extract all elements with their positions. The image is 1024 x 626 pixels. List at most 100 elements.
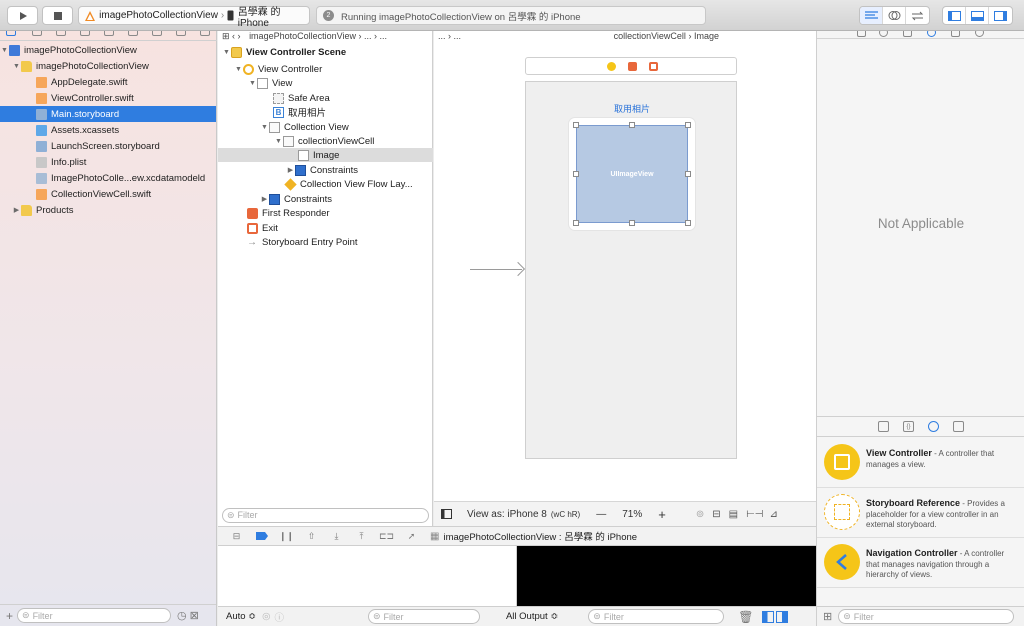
disclosure-closed-icon[interactable]: ▶ [260,195,269,203]
resize-handle[interactable] [629,122,635,128]
library-item-storyboard-reference[interactable]: Storyboard Reference - Provides a placeh… [817,488,1024,538]
outline-first-responder[interactable]: First Responder [218,206,433,220]
file-inspector-icon[interactable] [857,31,866,37]
resize-handle[interactable] [685,122,691,128]
exit-dock-icon[interactable] [649,62,658,71]
breadcrumb-item[interactable]: ... [380,31,388,41]
outline-cell-constraints[interactable]: ▶ Constraints [218,163,433,177]
nav-item-assets[interactable]: Assets.xcassets [0,122,216,138]
outline-flow-layout[interactable]: Collection View Flow Lay... [218,177,433,191]
outline-collection-view[interactable]: ▼ Collection View [218,120,433,134]
nav-item-main-storyboard[interactable]: Main.storyboard [0,106,216,122]
outline-scene[interactable]: ▼ View Controller Scene [218,45,433,59]
object-library-tab-icon[interactable] [928,421,939,432]
nav-item-launchscreen[interactable]: LaunchScreen.storyboard [0,138,216,154]
disclosure-closed-icon[interactable]: ▶ [286,166,295,174]
toggle-navigator-button[interactable] [943,7,966,24]
disclosure-open-icon[interactable]: ▼ [274,138,283,145]
disclosure-closed-icon[interactable]: ▶ [12,206,21,214]
nav-item-products[interactable]: ▶ Products [0,202,216,218]
code-snippet-tab-icon[interactable]: {} [903,421,914,432]
resolve-issues-icon[interactable]: ⊿ [769,509,777,520]
breadcrumb-item[interactable]: ... [364,31,372,41]
grid-view-icon[interactable]: ⊞ [823,610,832,623]
pick-photo-button[interactable]: 取用相片 [526,102,738,115]
test-tab-icon[interactable] [128,31,138,36]
first-responder-dock-icon[interactable] [628,62,637,71]
view-as-label[interactable]: View as: iPhone 8 [467,509,547,520]
outline-filter-field[interactable]: ⊜ Filter [222,507,429,523]
outline-entry-point[interactable]: → Storyboard Entry Point [218,235,433,249]
media-library-tab-icon[interactable] [953,421,964,432]
add-icon[interactable]: + [6,609,13,623]
storyboard-canvas[interactable]: ... › ... collectionViewCell › Image 取用相… [434,31,816,501]
nav-item-datamodel[interactable]: ImagePhotoColle...ew.xcdatamodeld [0,170,216,186]
scheme-selector[interactable]: imagePhotoCollectionView › 呂學霖 的 iPhone [78,6,310,29]
disclosure-open-icon[interactable]: ▼ [222,49,231,56]
resize-handle[interactable] [685,220,691,226]
disclosure-open-icon[interactable]: ▼ [0,47,9,54]
source-control-tab-icon[interactable] [32,31,42,36]
report-tab-icon[interactable] [200,31,210,36]
connections-inspector-icon[interactable] [975,31,984,37]
library-item-navigation-controller[interactable]: Navigation Controller - A controller tha… [817,538,1024,588]
toggle-debug-button[interactable] [966,7,989,24]
variables-scope-select[interactable]: Auto ≎ [226,611,256,622]
symbol-tab-icon[interactable] [56,31,66,36]
outline-button[interactable]: B 取用相片 [218,105,433,119]
navigator-filter-field[interactable]: ⊜ Filter [17,608,172,623]
align-icon[interactable]: ▤ [729,509,738,520]
outline-view-constraints[interactable]: ▶ Constraints [218,192,433,206]
breadcrumb-item[interactable]: ... [454,31,462,41]
console-output[interactable] [517,546,816,606]
outline-view-controller[interactable]: ▼ View Controller [218,62,433,76]
nav-item-project[interactable]: ▼ imagePhotoCollectionView [0,42,216,58]
disclosure-open-icon[interactable]: ▼ [12,63,21,70]
run-button[interactable] [7,6,38,25]
file-template-tab-icon[interactable] [878,421,889,432]
resize-handle[interactable] [629,220,635,226]
zoom-out-button[interactable]: — [596,509,606,520]
variables-filter-field[interactable]: ⊜ Filter [367,609,480,624]
output-select[interactable]: All Output ≎ [506,611,558,622]
resize-handle[interactable] [573,171,579,177]
pause-icon[interactable]: ❙❙ [279,531,294,541]
eye-icon[interactable]: ◎ [262,611,270,622]
breadcrumb-cell[interactable]: collectionViewCell [614,31,686,41]
search-tab-icon[interactable] [80,31,90,36]
debug-tab-icon[interactable] [152,31,162,36]
zoom-in-button[interactable]: + [658,507,666,522]
stop-button[interactable] [42,6,73,25]
info-icon[interactable]: ⓘ [274,610,284,624]
nav-item-collectionviewcell[interactable]: CollectionViewCell.swift [0,186,216,202]
standard-editor-button[interactable] [860,7,883,24]
embed-in-icon[interactable]: ⊟ [712,509,720,520]
issue-tab-icon[interactable] [104,31,114,36]
step-out-icon[interactable]: ⤒ [355,531,368,541]
hide-debug-icon[interactable]: ⊟ [230,531,243,541]
location-icon[interactable]: ➚ [405,531,418,541]
split-view-icon[interactable] [761,610,788,623]
quick-help-icon[interactable] [879,31,888,37]
disclosure-open-icon[interactable]: ▼ [248,80,257,87]
add-constraints-icon[interactable]: ⊢⊣ [746,509,763,520]
console-filter-field[interactable]: ⊜ Filter [588,609,725,624]
storyboard-entry-arrow[interactable] [470,269,522,270]
library-item-view-controller[interactable]: View Controller - A controller that mana… [817,438,1024,488]
disclosure-open-icon[interactable]: ▼ [260,124,269,131]
breadcrumb-item[interactable]: ... [438,31,446,41]
resize-handle[interactable] [573,220,579,226]
nav-item-viewcontroller[interactable]: ViewController.swift [0,90,216,106]
breadcrumb-project[interactable]: imagePhotoCollectionView [249,31,356,41]
update-frames-icon[interactable]: ⊚ [696,509,704,520]
attributes-inspector-icon[interactable] [927,31,936,37]
library-filter-field[interactable]: ⊜ Filter [838,609,1015,624]
version-editor-button[interactable] [906,7,929,24]
breadcrumb-image[interactable]: Image [694,31,719,41]
resize-handle[interactable] [573,122,579,128]
toggle-inspector-button[interactable] [989,7,1012,24]
outline-exit[interactable]: Exit [218,221,433,235]
nav-item-group[interactable]: ▼ imagePhotoCollectionView [0,58,216,74]
view-controller-frame[interactable]: 取用相片 UIImageView [525,81,737,459]
variables-view[interactable] [218,546,517,606]
